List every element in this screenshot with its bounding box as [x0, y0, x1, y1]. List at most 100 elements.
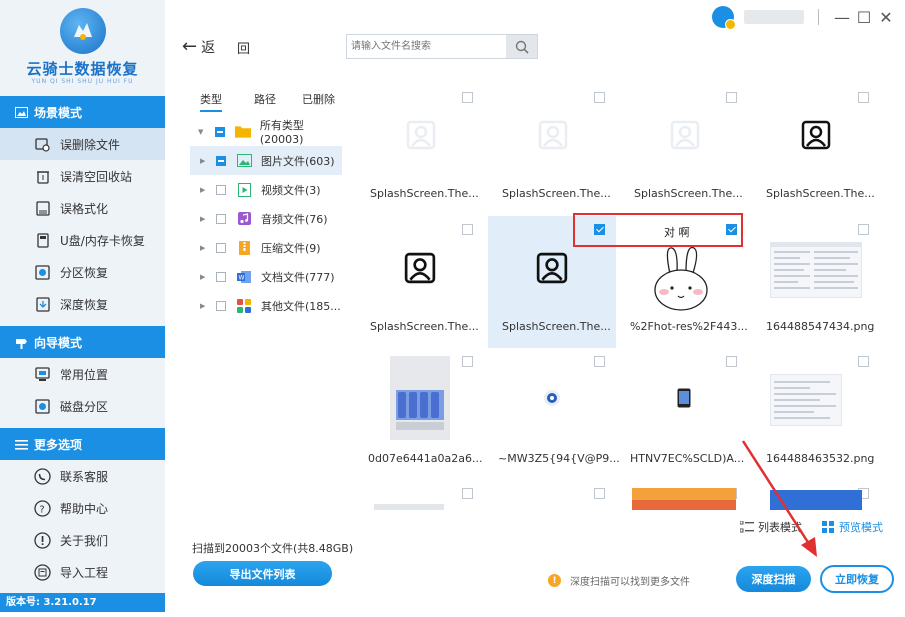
file-tile[interactable]: 164488547434.png — [752, 216, 880, 348]
export-list-button[interactable]: 导出文件列表 — [193, 561, 332, 586]
user-avatar[interactable] — [712, 6, 736, 30]
file-checkbox[interactable] — [462, 356, 473, 367]
preview-mode-toggle[interactable]: 预览模式 — [822, 519, 883, 535]
tree-row-all-types[interactable]: ▼ 所有类型(20003) — [190, 117, 342, 146]
sidebar-item-import[interactable]: 导入工程 — [0, 556, 165, 588]
sidebar-item-deep-recover[interactable]: 深度恢复 — [0, 288, 165, 320]
tree-row-audio[interactable]: ▶ 音频文件(76) — [190, 204, 342, 233]
sidebar-item-partition[interactable]: 分区恢复 — [0, 256, 165, 288]
expand-arrow-icon[interactable]: ▶ — [200, 186, 210, 194]
expand-arrow-icon[interactable]: ▶ — [200, 215, 210, 223]
file-name: SplashScreen.The... — [370, 320, 479, 333]
file-checkbox[interactable] — [594, 356, 605, 367]
file-checkbox[interactable] — [462, 92, 473, 103]
file-tile[interactable]: SplashScreen.The... — [488, 84, 616, 216]
partition-icon — [34, 264, 51, 281]
minimize-icon[interactable]: — — [831, 8, 853, 27]
doc-icon: W — [236, 270, 252, 284]
tree-row-images[interactable]: ▶ 图片文件(603) — [190, 146, 342, 175]
sidebar-item-deleted-file[interactable]: 误删除文件 — [0, 128, 165, 160]
expand-arrow-icon[interactable]: ▶ — [200, 273, 210, 281]
avatar-icon — [801, 120, 831, 150]
file-name: SplashScreen.The... — [502, 187, 611, 200]
zip-icon — [236, 240, 252, 255]
file-tile[interactable] — [488, 480, 616, 510]
sidebar-item-help[interactable]: ? 帮助中心 — [0, 492, 165, 524]
recover-now-button[interactable]: 立即恢复 — [820, 565, 894, 593]
sidebar-item-label: 误删除文件 — [60, 137, 121, 152]
info-icon: ! — [548, 574, 561, 587]
file-checkbox[interactable] — [726, 356, 737, 367]
close-icon[interactable]: ✕ — [875, 8, 897, 27]
import-icon — [34, 563, 51, 581]
tree-checkbox[interactable] — [216, 184, 226, 195]
sidebar: 云骑士数据恢复 YUN QI SHI SHU JU HUI FU 场景模式 误删… — [0, 0, 165, 612]
avatar-icon — [406, 120, 436, 150]
scan-summary: 扫描到20003个文件(共8.48GB) — [192, 542, 354, 555]
sidebar-item-format[interactable]: 误格式化 — [0, 192, 165, 224]
tree-row-zip[interactable]: ▶ 压缩文件(9) — [190, 233, 342, 262]
avatar-icon — [670, 120, 700, 150]
tab-type[interactable]: 类型 — [200, 91, 222, 112]
tab-path[interactable]: 路径 — [254, 91, 276, 112]
file-tile[interactable]: 0d07e6441a0a2a6... — [356, 348, 484, 480]
tree-checkbox[interactable] — [215, 126, 225, 137]
section-more-options[interactable]: 更多选项 — [0, 428, 165, 460]
tab-deleted[interactable]: 已删除 — [302, 91, 335, 112]
section-guide-mode[interactable]: 向导模式 — [0, 326, 165, 358]
sidebar-item-label: 帮助中心 — [60, 501, 109, 516]
file-tile[interactable]: SplashScreen.The... — [752, 84, 880, 216]
file-tile[interactable] — [620, 480, 748, 510]
sidebar-item-recycle-bin[interactable]: 误清空回收站 — [0, 160, 165, 192]
file-checkbox[interactable] — [858, 356, 869, 367]
tree-row-video[interactable]: ▶ 视频文件(3) — [190, 175, 342, 204]
file-checkbox[interactable] — [462, 488, 473, 499]
file-checkbox[interactable] — [462, 224, 473, 235]
sidebar-item-label: 深度恢复 — [60, 297, 109, 312]
tree-row-other[interactable]: ▶ 其他文件(185... — [190, 291, 342, 320]
help-icon: ? — [34, 499, 51, 517]
file-tile[interactable]: ~MW3Z5{94{V@P9... — [488, 348, 620, 480]
sidebar-item-label: 常用位置 — [60, 367, 109, 382]
sidebar-item-disk[interactable]: 磁盘分区 — [0, 390, 165, 422]
file-tile[interactable]: SplashScreen.The... — [356, 84, 484, 216]
sidebar-item-usb[interactable]: U盘/内存卡恢复 — [0, 224, 165, 256]
file-tile[interactable]: SplashScreen.The... — [620, 84, 748, 216]
app-subtitle: YUN QI SHI SHU JU HUI FU — [31, 78, 134, 85]
tree-checkbox[interactable] — [216, 300, 226, 311]
file-checkbox[interactable] — [726, 92, 737, 103]
file-tile[interactable]: SplashScreen.The... — [356, 216, 484, 348]
annotation-text: 对 啊 — [664, 226, 690, 239]
sidebar-item-about[interactable]: 关于我们 — [0, 524, 165, 556]
spreadsheet-thumbnail — [770, 374, 842, 426]
up-button[interactable]: 回 — [237, 38, 250, 57]
tree-label: 文档文件(777) — [261, 270, 335, 284]
file-tile[interactable] — [356, 480, 484, 510]
tree-checkbox[interactable] — [216, 213, 226, 224]
expand-arrow-icon[interactable]: ▶ — [200, 302, 210, 310]
back-button[interactable]: ← 返 — [182, 36, 215, 57]
preview-mode-label: 预览模式 — [839, 521, 883, 534]
tree-checkbox[interactable] — [216, 155, 226, 166]
tree-row-doc[interactable]: ▶ W 文档文件(777) — [190, 262, 342, 291]
file-checkbox[interactable] — [594, 92, 605, 103]
search-input[interactable] — [347, 35, 507, 58]
file-tile[interactable]: HTNV7EC%SCLD)A... — [620, 348, 748, 480]
file-checkbox[interactable] — [858, 92, 869, 103]
expand-arrow-icon[interactable]: ▼ — [198, 128, 207, 136]
sidebar-item-common-location[interactable]: 常用位置 — [0, 358, 165, 390]
section-scene-mode[interactable]: 场景模式 — [0, 96, 165, 128]
app-window: 云骑士数据恢复 YUN QI SHI SHU JU HUI FU 场景模式 误删… — [0, 0, 905, 617]
sidebar-item-service[interactable]: 联系客服 — [0, 460, 165, 492]
tree-checkbox[interactable] — [216, 242, 226, 253]
sidebar-item-label: 关于我们 — [60, 533, 109, 548]
expand-arrow-icon[interactable]: ▶ — [200, 157, 210, 165]
file-checkbox[interactable] — [594, 488, 605, 499]
maximize-icon[interactable]: ☐ — [853, 8, 875, 27]
expand-arrow-icon[interactable]: ▶ — [200, 244, 210, 252]
spreadsheet-thumbnail — [770, 242, 862, 298]
tree-checkbox[interactable] — [216, 271, 226, 282]
search-button[interactable] — [506, 35, 537, 58]
deep-scan-button[interactable]: 深度扫描 — [736, 566, 811, 592]
file-checkbox[interactable] — [858, 224, 869, 235]
